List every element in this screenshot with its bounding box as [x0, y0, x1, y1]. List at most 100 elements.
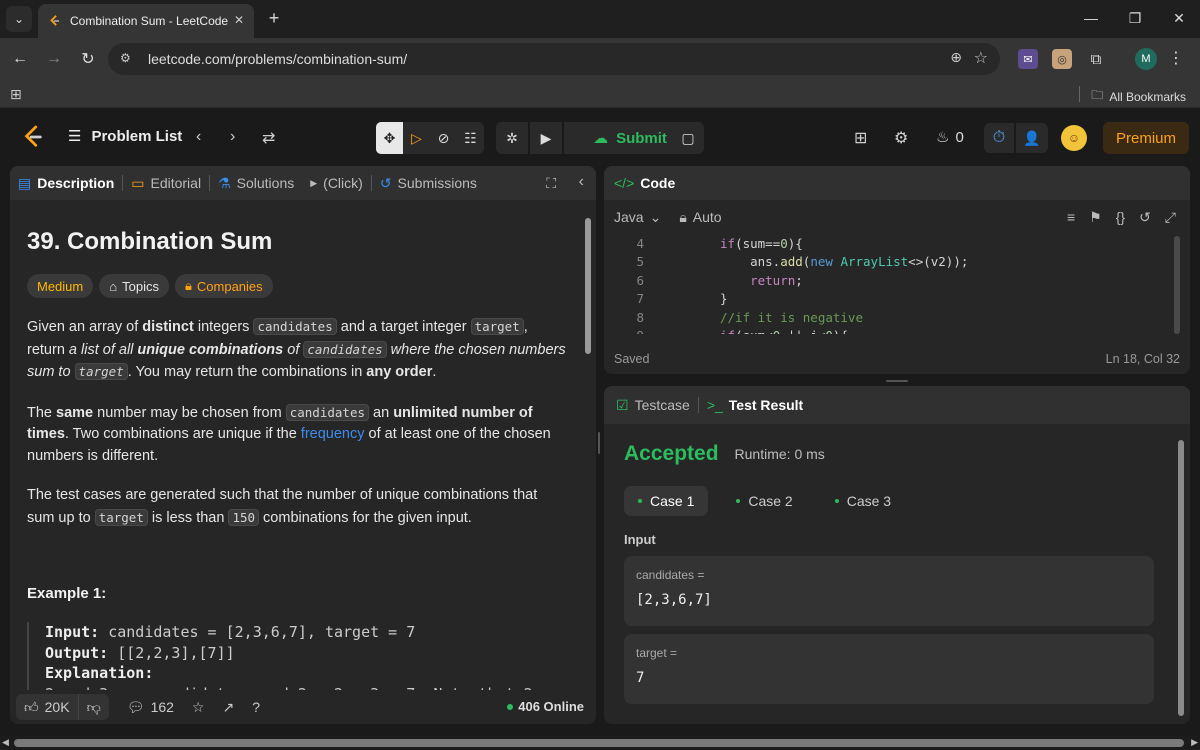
add-user-icon[interactable]: 👤: [1016, 123, 1048, 153]
profile-avatar[interactable]: M: [1135, 48, 1157, 70]
frequency-link[interactable]: frequency: [301, 426, 365, 442]
runtime: Runtime: 0 ms: [734, 446, 825, 462]
companies-badge[interactable]: 🔒︎ Companies: [174, 274, 273, 298]
scroll-right-icon[interactable]: ▶: [1191, 737, 1198, 748]
close-tab-icon[interactable]: ✕: [234, 13, 244, 27]
zoom-icon[interactable]: ⊕: [950, 49, 962, 66]
browser-menu-icon[interactable]: ⋮: [1168, 48, 1184, 68]
reset-icon[interactable]: ↺: [1139, 209, 1151, 226]
case-tab[interactable]: Case 1: [624, 486, 709, 516]
code-panel-title: Code: [640, 175, 676, 191]
online-label: 406 Online: [518, 699, 584, 714]
shuffle-icon[interactable]: ⇄: [262, 128, 275, 148]
debug-icon[interactable]: ✲: [496, 122, 528, 154]
premium-button[interactable]: Premium: [1103, 122, 1189, 154]
editor-scrollbar[interactable]: [1174, 236, 1180, 334]
problem-title: 39. Combination Sum: [27, 228, 273, 255]
move-icon[interactable]: ✥: [376, 122, 403, 154]
topics-badge[interactable]: ⌂ Topics: [99, 274, 169, 298]
scroll-left-icon[interactable]: ◀: [2, 737, 9, 748]
extensions-puzzle-icon[interactable]: ⧉: [1086, 49, 1106, 69]
like-button[interactable]: 👍︎ 20K: [16, 694, 79, 720]
layout-grid-icon[interactable]: ⊞: [854, 128, 867, 148]
horizontal-scrollbar[interactable]: ◀ ▶: [0, 736, 1200, 750]
code-line: 5 ans.add(new ArrayList<>(v2));: [604, 253, 1190, 272]
code-line: 9 if(sum<0 || i<0){: [604, 327, 1190, 334]
minimize-icon[interactable]: —: [1076, 6, 1106, 30]
share-icon[interactable]: ↗: [222, 699, 234, 716]
tab-solutions[interactable]: ⚗ Solutions: [210, 166, 302, 200]
code-line: 4 if(sum==0){: [604, 234, 1190, 253]
site-info-icon[interactable]: ⚙: [120, 51, 136, 67]
play-outline-icon[interactable]: ▷: [403, 122, 430, 154]
flask-icon: ⚗: [218, 174, 231, 191]
expand-icon[interactable]: ⛶: [546, 175, 556, 192]
comments-button[interactable]: 💬︎ 162: [127, 699, 174, 716]
case-tab[interactable]: Case 2: [722, 486, 806, 516]
gear-icon[interactable]: ⚙: [894, 128, 908, 148]
document-icon: ▤: [18, 174, 32, 191]
bookmark-star-icon[interactable]: ☆: [974, 48, 988, 68]
tab-solutions-label: Solutions: [236, 175, 295, 191]
extension-owl-icon[interactable]: ◎: [1052, 49, 1072, 69]
forward-icon[interactable]: →: [42, 47, 66, 71]
horizontal-scroll-thumb[interactable]: [14, 739, 1184, 747]
editor-actions: ≡ ⚑ {} ↺ ⤢: [1067, 209, 1176, 226]
help-icon[interactable]: ?: [252, 699, 260, 715]
problem-list-button[interactable]: ☰ Problem List: [68, 127, 182, 146]
case-label: Case 2: [748, 493, 793, 509]
close-window-icon[interactable]: ✕: [1164, 6, 1194, 30]
result-status: Accepted: [624, 442, 719, 465]
reload-icon[interactable]: ↻: [76, 47, 100, 71]
new-tab-button[interactable]: +: [262, 6, 286, 30]
format-icon[interactable]: ≡: [1067, 209, 1075, 226]
hide-icon[interactable]: ⊘: [430, 122, 457, 154]
user-avatar[interactable]: ☺: [1061, 125, 1087, 151]
streak-counter[interactable]: ♨ 0: [936, 128, 964, 147]
notes-icon[interactable]: ▢: [672, 122, 704, 154]
autosave-toggle[interactable]: 🔒︎ Auto: [679, 209, 721, 226]
browser-tab[interactable]: Combination Sum - LeetCode ✕: [38, 4, 254, 38]
difficulty-badge[interactable]: Medium: [27, 274, 94, 298]
case-tab[interactable]: Case 3: [821, 486, 905, 516]
run-icon[interactable]: ▶: [530, 122, 562, 154]
test-panel-tabs: ☑ Testcase >_ Test Result: [604, 386, 1190, 424]
language-select[interactable]: Java ⌄: [614, 209, 661, 226]
tab-search-button[interactable]: ⌄: [6, 6, 32, 32]
line-number: 9: [604, 328, 644, 334]
dislike-button[interactable]: 👎︎: [79, 694, 109, 720]
tab-editorial[interactable]: ▭ Editorial: [123, 166, 209, 200]
braces-icon[interactable]: {}: [1116, 209, 1125, 226]
tab-test-result[interactable]: >_ Test Result: [707, 397, 803, 413]
description-scrollbar[interactable]: [585, 218, 591, 354]
result-scrollbar[interactable]: [1178, 440, 1184, 716]
tab-click[interactable]: ▶ (Click): [302, 166, 371, 200]
tab-testcase-label: Testcase: [634, 397, 690, 413]
code-editor[interactable]: 4 if(sum==0){ 5 ans.add(new ArrayList<>(v…: [604, 234, 1190, 334]
favorite-star-icon[interactable]: ☆: [192, 699, 205, 716]
fullscreen-icon[interactable]: ⤢: [1165, 209, 1176, 226]
timer-icon[interactable]: ⏱: [984, 123, 1014, 153]
bookmark-icon[interactable]: ⚑: [1089, 209, 1102, 226]
next-problem-icon[interactable]: ›: [230, 128, 235, 146]
collapse-icon[interactable]: ‹: [579, 173, 584, 191]
settings-sliders-icon[interactable]: ☷: [457, 122, 484, 154]
address-bar[interactable]: ⚙ leetcode.com/problems/combination-sum/…: [108, 43, 1000, 75]
run-controls: ✲ ▶ ☁ Submit: [496, 122, 696, 154]
apps-grid-icon[interactable]: ⊞: [10, 86, 22, 103]
horizontal-resize-handle[interactable]: [886, 380, 908, 382]
prev-problem-icon[interactable]: ‹: [196, 128, 201, 146]
restore-icon[interactable]: ❐: [1120, 6, 1150, 30]
leetcode-logo-icon[interactable]: [22, 125, 44, 149]
all-bookmarks-button[interactable]: 🗀 All Bookmarks: [1091, 86, 1186, 107]
tab-description[interactable]: ▤ Description: [10, 166, 122, 200]
back-icon[interactable]: ←: [8, 47, 32, 71]
input-box[interactable]: target = 7: [624, 634, 1154, 704]
extension-icon[interactable]: ✉: [1018, 49, 1038, 69]
tab-testcase[interactable]: ☑ Testcase: [616, 397, 690, 414]
line-number: 6: [636, 272, 644, 288]
tab-submissions[interactable]: ↺ Submissions: [372, 166, 485, 200]
vertical-resize-handle[interactable]: [598, 432, 600, 454]
input-box[interactable]: candidates = [2,3,6,7]: [624, 556, 1154, 626]
online-dot: [507, 703, 514, 710]
